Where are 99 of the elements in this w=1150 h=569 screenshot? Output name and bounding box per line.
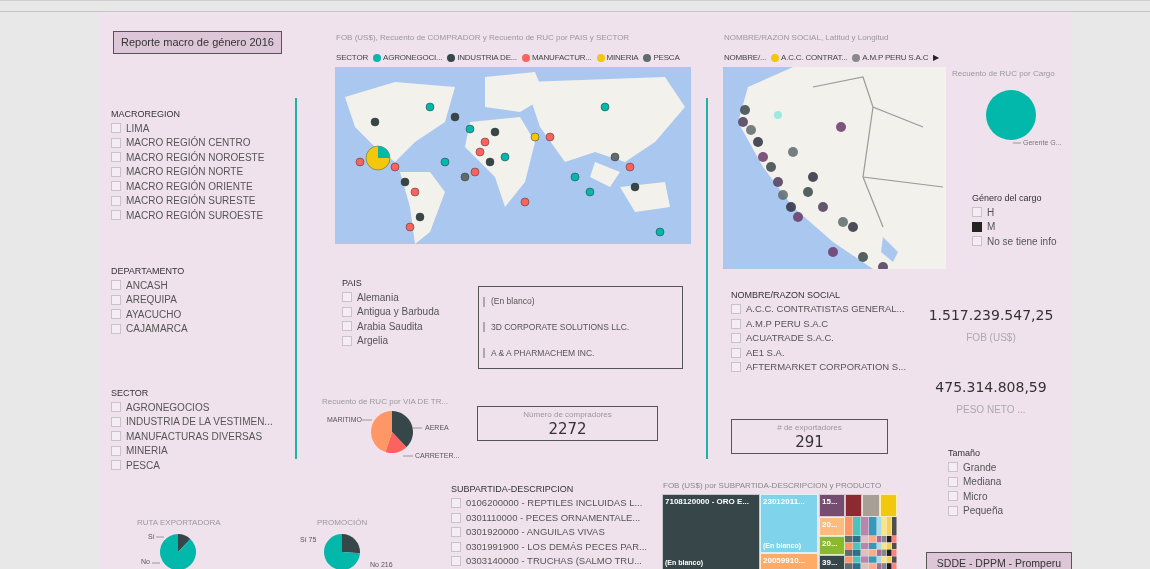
slicer-item[interactable]: Mediana [963, 474, 1002, 490]
slicer-item[interactable]: AYACUCHO [126, 306, 182, 322]
leader-line [152, 562, 160, 564]
kpi-value: 475.314.808,59 [935, 378, 1047, 397]
slicer-title: PAIS [342, 277, 363, 290]
slicer-item[interactable]: Antigua y Barbuda [357, 304, 440, 320]
treemap-mosaic-drawing [845, 517, 897, 569]
slicer-title: SUBPARTIDA-DESCRIPCION [451, 483, 575, 496]
slicer-title: MACROREGION [111, 108, 181, 121]
leader-line [1013, 142, 1021, 144]
legend-label: AGRONEGOCI... [383, 52, 443, 64]
legend-label: A.M.P PERU S.A.C [862, 52, 929, 64]
slicer-title: Tamaño [948, 447, 982, 460]
slicer-item[interactable]: M [987, 219, 996, 235]
legend-label: INDUSTRIA DE... [457, 52, 517, 64]
chart-title: NOMBRE/RAZON SOCIAL, Latitud y Longitud [724, 32, 889, 44]
chart-title: RUTA EXPORTADORA [137, 517, 221, 529]
pie-chart-drawing [986, 90, 1036, 140]
slicer-item[interactable]: INDUSTRIA DE LA VESTIMEN... [126, 414, 273, 430]
legend-title: NOMBRE/... [724, 52, 766, 64]
slicer-item[interactable]: Alemania [357, 289, 399, 305]
treemap-tile[interactable] [845, 494, 862, 517]
slicer-item[interactable]: MACRO REGIÓN NORTE [126, 164, 244, 180]
slicer-item[interactable]: A.C.C. CONTRATISTAS GENERAL... [746, 302, 905, 317]
slicer-title: DEPARTAMENTO [111, 265, 186, 278]
checkbox[interactable] [972, 221, 982, 232]
slicer-item[interactable]: MANUFACTURAS DIVERSAS [126, 428, 263, 444]
tile-label: 20... [822, 520, 839, 530]
slicer-item[interactable]: AE1 S.A. [746, 345, 785, 360]
chart-title: FOB (US$) por SUBPARTIDA-DESCRIPCION y PRODUCTO [663, 480, 882, 492]
chart-title: Recuento de RUC por Cargo [952, 68, 1055, 80]
card-value: 2272 [548, 419, 587, 438]
tile-label: 7108120000 - ORO E... [665, 497, 751, 507]
leader-line [362, 419, 372, 421]
slicer-item[interactable]: MACRO REGIÓN CENTRO [126, 135, 251, 151]
report-button[interactable]: Reporte macro de género 2016 [113, 31, 282, 54]
leader-line [412, 427, 422, 429]
card-label: # de exportadores [777, 422, 842, 433]
chart-title: Recuento de RUC por VIA DE TR... [322, 396, 449, 408]
kpi-label: FOB (US$) [966, 331, 1016, 345]
slicer-title: NOMBRE/RAZON SOCIAL [731, 289, 841, 302]
slicer-item[interactable]: PESCA [126, 457, 160, 473]
kpi-value: 1.517.239.547,25 [928, 306, 1054, 325]
slicer-item[interactable]: LIMA [126, 120, 150, 136]
pie-chart-drawing [324, 534, 360, 569]
slicer-item[interactable]: 0301991900 - LOS DEMÁS PECES PAR... [466, 539, 647, 554]
slicer-item[interactable]: MACRO REGIÓN SUROESTE [126, 207, 264, 223]
tile-label: 23012011... [763, 497, 806, 507]
slicer-item[interactable]: ANCASH [126, 277, 168, 293]
legend-label: MINERIA [606, 52, 639, 64]
slicer-item[interactable]: MINERIA [126, 443, 168, 459]
legend-label: PESCA [653, 52, 680, 64]
slicer-item[interactable]: AGRONEGOCIOS [126, 399, 210, 415]
pie-chart-drawing [160, 534, 196, 569]
table-cell: (En blanco) [491, 295, 535, 309]
slicer-item[interactable]: Micro [963, 488, 988, 504]
legend-label: MANUFACTUR... [531, 52, 592, 64]
card-value: 291 [795, 432, 824, 451]
leader-line [156, 536, 164, 538]
slicer-item[interactable]: ACUATRADE S.A.C. [746, 331, 834, 346]
tile-label: 20059910... [763, 556, 807, 566]
card-label: Número de compradores [523, 409, 612, 420]
legend-next-arrow[interactable]: ▶ [933, 52, 940, 64]
slicer-item[interactable]: A.M.P PERU S.A.C [746, 316, 829, 331]
table-cell: 3D CORPORATE SOLUTIONS LLC. [491, 321, 630, 334]
slicer-item[interactable]: MACRO REGIÓN SURESTE [126, 193, 256, 209]
slicer-item[interactable]: 0303140000 - TRUCHAS (SALMO TRU... [466, 554, 642, 569]
slicer-item[interactable]: Argelia [357, 333, 389, 349]
slicer-item[interactable]: AREQUIPA [126, 292, 177, 308]
leader-line [403, 455, 413, 457]
legend-label: A.C.C. CONTRAT... [781, 52, 848, 64]
slicer-item[interactable]: AFTERMARKET CORPORATION S... [746, 360, 907, 375]
treemap-tile[interactable] [880, 494, 897, 517]
slicer-item[interactable]: Arabia Saudita [357, 318, 423, 334]
treemap-tile[interactable]: 15... [819, 494, 845, 517]
slicer-title: SECTOR [111, 387, 150, 400]
slicer-item[interactable]: MACRO REGIÓN ORIENTE [126, 178, 253, 194]
slicer-item[interactable]: Pequeña [963, 503, 1004, 519]
treemap-tile[interactable] [862, 494, 880, 517]
footer-button[interactable]: SDDE - DPPM - Promperu [926, 552, 1072, 569]
slicer-item[interactable]: H [987, 204, 995, 220]
slicer-item[interactable]: MACRO REGIÓN NOROESTE [126, 149, 265, 165]
slicer-item[interactable]: No se tiene info [987, 233, 1057, 249]
kpi-label: PESO NETO ... [956, 403, 1026, 417]
slicer-item[interactable]: Grande [963, 459, 997, 475]
slicer-item[interactable]: 0301110000 - PECES ORNAMENTALE... [466, 510, 641, 525]
slicer-item[interactable]: 0301920000 - ANGUILAS VIVAS [466, 525, 605, 540]
slicer-item[interactable]: 0106200000 - REPTILES INCLUIDAS L... [466, 496, 643, 511]
table-cell: A & A PHARMACHEM INC. [491, 346, 595, 360]
chart-title: PROMOCIÓN [317, 517, 368, 529]
tile-label: 15... [822, 497, 839, 507]
slicer-title: Género del cargo [972, 192, 1043, 205]
tile-label: 20... [822, 539, 839, 549]
tile-label: 39... [822, 558, 839, 568]
treemap-tile[interactable]: 39... [819, 555, 845, 569]
legend-title: SECTOR [336, 52, 368, 64]
pie-chart-drawing [371, 411, 413, 453]
chart-title: FOB (US$), Recuento de COMPRADOR y Recuento de RUC por PAIS y SECTOR [336, 32, 630, 44]
slicer-item[interactable]: CAJAMARCA [126, 321, 188, 337]
